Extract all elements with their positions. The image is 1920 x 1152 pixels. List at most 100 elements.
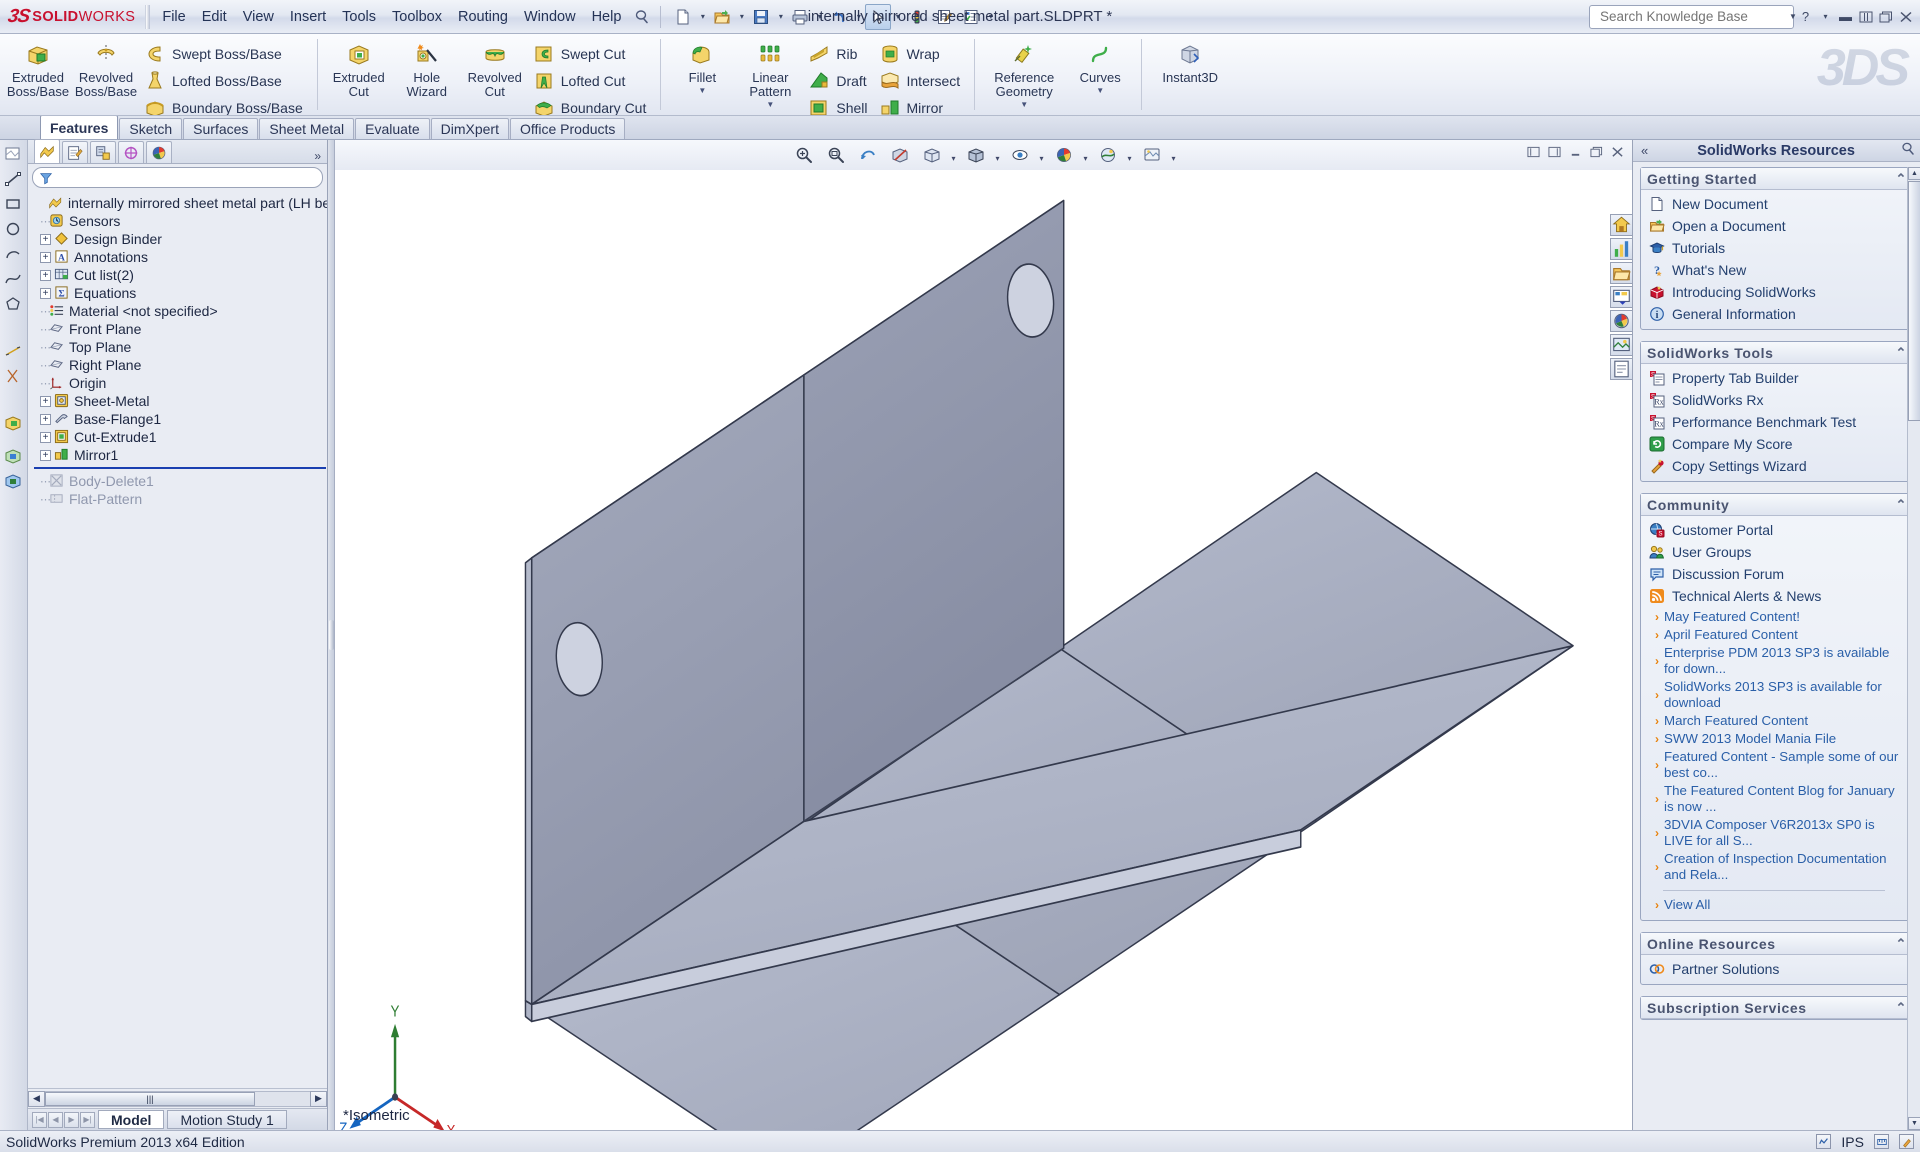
menu-file[interactable]: File <box>154 5 193 29</box>
zoom-to-area-icon[interactable] <box>821 142 851 168</box>
close-window-icon[interactable] <box>1897 7 1914 27</box>
revolved-cut-button[interactable]: Revolved Cut <box>462 37 528 99</box>
library-dock-icon[interactable] <box>1610 286 1632 308</box>
print-icon[interactable] <box>787 4 813 30</box>
tab-dimxpert[interactable]: DimXpert <box>430 118 509 139</box>
collapse-icon[interactable]: ⌃ <box>1896 936 1908 952</box>
news-item[interactable]: › Featured Content - Sample some of our b… <box>1655 748 1905 782</box>
options-icon[interactable] <box>958 4 984 30</box>
property-manager-tab[interactable] <box>62 141 88 163</box>
open-document-icon[interactable] <box>709 4 735 30</box>
polygon-rail-icon[interactable] <box>3 294 25 316</box>
expand-icon[interactable]: + <box>40 269 51 281</box>
hide-show-dropdown-icon[interactable]: ▾ <box>1037 142 1047 168</box>
feature-tree-hscroll[interactable]: ◀ ||| ▶ <box>28 1088 327 1108</box>
swept-boss-base-button[interactable]: Swept Boss/Base <box>141 41 309 67</box>
display-style-dropdown-icon[interactable]: ▾ <box>993 142 1003 168</box>
minimize-window-icon[interactable]: ▬ <box>1837 7 1854 27</box>
undo-dropdown[interactable]: ▾ <box>853 4 864 30</box>
menu-window[interactable]: Window <box>516 5 584 29</box>
sheet-metal-model[interactable]: Y X Z <box>335 170 1632 1130</box>
scroll-left-icon[interactable]: ◀ <box>28 1090 45 1107</box>
resource-open-document[interactable]: Open a Document <box>1641 215 1913 237</box>
curves-dropdown-icon[interactable]: ▼ <box>1096 86 1104 95</box>
tab-features[interactable]: Features <box>40 115 119 139</box>
rib-button[interactable]: Rib <box>805 41 873 67</box>
file-properties-icon[interactable] <box>931 4 957 30</box>
folder-dock-icon[interactable] <box>1610 262 1632 284</box>
last-tab-icon[interactable]: ▶| <box>80 1111 95 1128</box>
collapse-icon[interactable]: ⌃ <box>1896 171 1908 187</box>
search-input[interactable] <box>1598 8 1779 25</box>
tree-item-sheet-metal[interactable]: + Sheet-Metal <box>34 392 327 410</box>
draft-button[interactable]: Draft <box>805 68 873 94</box>
tree-item-base-flange[interactable]: + Base-Flange1 <box>34 410 327 428</box>
view-settings-dropdown-icon[interactable]: ▾ <box>1169 142 1179 168</box>
card-header[interactable]: Online Resources ⌃ <box>1641 933 1913 955</box>
restore-window-icon[interactable] <box>1857 7 1874 27</box>
card-header[interactable]: Subscription Services ⌃ <box>1641 997 1913 1019</box>
mirror-button[interactable]: Mirror <box>876 95 967 115</box>
pin-menu-icon[interactable] <box>629 4 655 30</box>
menu-tools[interactable]: Tools <box>334 5 384 29</box>
scroll-right-icon[interactable]: ▶ <box>310 1090 327 1107</box>
tree-item-annotations[interactable]: + A Annotations <box>34 248 327 266</box>
tree-item-front-plane[interactable]: ⋯ Front Plane <box>34 320 327 338</box>
resource-partner-solutions[interactable]: Partner Solutions <box>1641 958 1913 980</box>
tree-item-mirror1[interactable]: + Mirror1 <box>34 446 327 464</box>
collapse-icon[interactable]: ⌃ <box>1896 497 1908 513</box>
resource-copy-settings-wizard[interactable]: Copy Settings Wizard <box>1641 455 1913 477</box>
options-dropdown[interactable]: ▾ <box>985 4 996 30</box>
extruded-boss-base-button[interactable]: Extruded Boss/Base <box>5 37 71 99</box>
fillet-button[interactable]: Fillet ▼ <box>669 37 735 95</box>
scroll-down-icon[interactable]: ▼ <box>1908 1117 1920 1130</box>
maximize-window-icon[interactable] <box>1877 7 1894 27</box>
units-label[interactable]: IPS <box>1841 1134 1864 1150</box>
configuration-manager-tab[interactable] <box>90 141 116 163</box>
print-dropdown[interactable]: ▾ <box>814 4 825 30</box>
next-tab-icon[interactable]: ▶ <box>64 1111 79 1128</box>
menu-view[interactable]: View <box>235 5 282 29</box>
sketch-rail-icon[interactable] <box>3 144 25 166</box>
zoom-to-fit-icon[interactable] <box>789 142 819 168</box>
circle-rail-icon[interactable] <box>3 219 25 241</box>
extruded-rail-icon[interactable] <box>3 413 25 435</box>
resource-new-document[interactable]: New Document <box>1641 193 1913 215</box>
resource-compare-my-score[interactable]: Compare My Score <box>1641 433 1913 455</box>
previous-view-icon[interactable] <box>853 142 883 168</box>
boundary-boss-base-button[interactable]: Boundary Boss/Base <box>141 95 309 115</box>
scroll-up-icon[interactable]: ▲ <box>1908 167 1920 180</box>
new-document-dropdown[interactable]: ▾ <box>697 4 708 30</box>
rebuild-icon[interactable] <box>904 4 930 30</box>
menu-toolbox[interactable]: Toolbox <box>384 5 450 29</box>
news-item[interactable]: › 3DVIA Composer V6R2013x SP0 is LIVE for… <box>1655 816 1905 850</box>
rectangle-rail-icon[interactable] <box>3 194 25 216</box>
help-icon[interactable]: ? <box>1797 7 1814 27</box>
undo-icon[interactable] <box>826 4 852 30</box>
reference-geometry-dropdown-icon[interactable]: ▼ <box>1020 100 1028 109</box>
expand-icon[interactable]: + <box>40 395 51 407</box>
rollback-bar[interactable] <box>34 467 326 469</box>
feature-manager-tab[interactable] <box>34 139 60 163</box>
news-item[interactable]: › Enterprise PDM 2013 SP3 is available fo… <box>1655 644 1905 678</box>
tree-item-material[interactable]: ⋯ Material <not specified> <box>34 302 327 320</box>
resource-technical-alerts-news[interactable]: Technical Alerts & News <box>1641 585 1913 607</box>
arc-rail-icon[interactable] <box>3 244 25 266</box>
tree-item-sensors[interactable]: ⋯ Sensors <box>34 212 327 230</box>
trim-rail-icon[interactable] <box>3 366 25 388</box>
display-manager-tab[interactable] <box>146 141 172 163</box>
linear-pattern-button[interactable]: Linear Pattern ▼ <box>737 37 803 109</box>
expand-icon[interactable]: + <box>40 251 51 263</box>
tab-sketch[interactable]: Sketch <box>119 118 183 139</box>
hide-show-icon[interactable] <box>1005 142 1035 168</box>
scroll-thumb[interactable] <box>1908 181 1920 421</box>
card-header[interactable]: Getting Started ⌃ <box>1641 168 1913 190</box>
news-item[interactable]: › The Featured Content Blog for January i… <box>1655 782 1905 816</box>
tab-surfaces[interactable]: Surfaces <box>183 118 259 139</box>
menu-insert[interactable]: Insert <box>282 5 334 29</box>
fillet-dropdown-icon[interactable]: ▼ <box>698 86 706 95</box>
search-dropdown-icon[interactable]: ▼ <box>1789 12 1797 21</box>
resource-performance-benchmark-test[interactable]: S Rx Performance Benchmark Test <box>1641 411 1913 433</box>
maximize-icon[interactable] <box>1588 144 1605 160</box>
select-icon[interactable] <box>865 3 892 30</box>
